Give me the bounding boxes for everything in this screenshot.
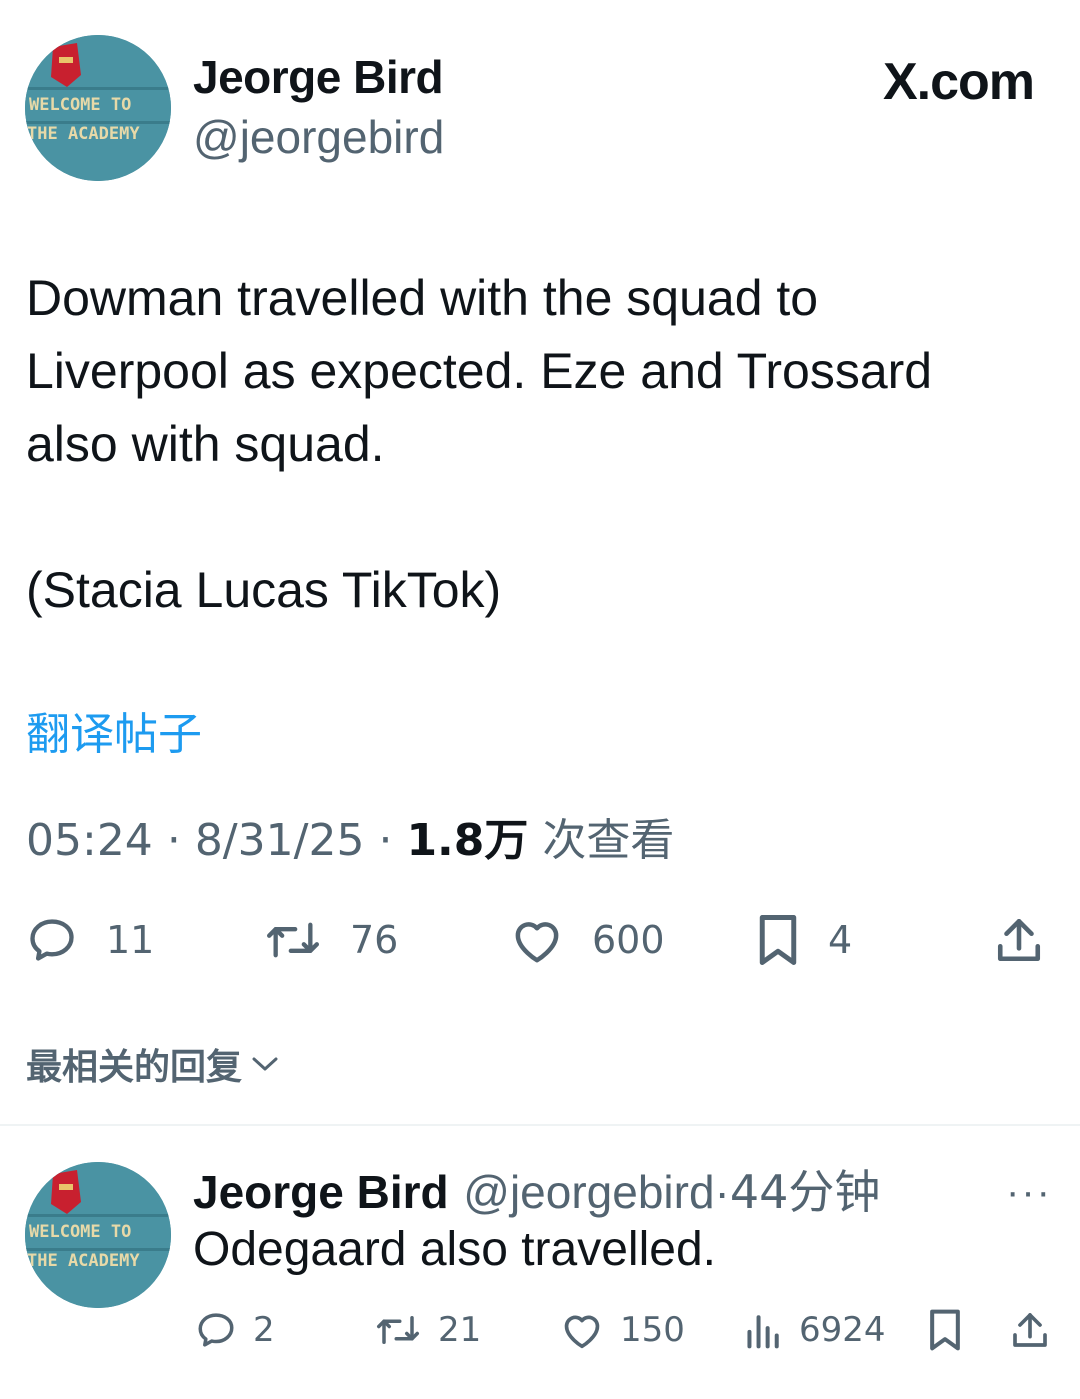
bookmark-icon [759,915,797,965]
tweet-page: WELCOME TO THE ACADEMY Jeorge Bird @jeor… [0,0,1080,1399]
avatar-text-line2: THE ACADEMY [27,124,140,144]
reply-icon [30,919,74,961]
reply-author-name[interactable]: Jeorge Bird [193,1166,449,1218]
bookmark-count: 4 [828,918,853,962]
divider [0,1124,1080,1126]
reply-reply-button[interactable]: 2 [195,1300,275,1360]
reply-author-handle[interactable]: @jeorgebird [463,1166,714,1218]
reply-count: 11 [106,918,155,962]
reply-icon [198,1313,234,1347]
repost-button[interactable]: 76 [264,905,398,975]
repost-icon [377,1316,419,1344]
reply-repost-count: 21 [438,1310,482,1350]
bookmark-button[interactable]: 4 [756,905,852,975]
repost-count: 76 [350,918,399,962]
share-icon [997,918,1041,962]
meta-separator: · [714,1166,730,1218]
reply-like-button[interactable]: 150 [560,1300,685,1360]
reply-time[interactable]: 44分钟 [730,1165,881,1219]
author-handle[interactable]: @jeorgebird [193,110,444,164]
reply-like-count: 150 [620,1310,685,1350]
meta-separator: · [166,815,181,866]
author-name[interactable]: Jeorge Bird [193,50,444,104]
reply-bookmark-button[interactable] [928,1300,962,1360]
reply-view-count: 6924 [799,1310,886,1350]
reply-repost-button[interactable]: 21 [374,1300,481,1360]
tweet-action-bar: 11 76 600 4 [0,905,1080,975]
chevron-down-icon [252,1057,278,1071]
avatar-image: WELCOME TO THE ACADEMY [25,1162,171,1308]
reply-sort-label: 最相关的回复 [26,1047,243,1088]
heart-icon [564,1315,600,1349]
reply-button[interactable]: 11 [26,905,154,975]
reply-text: Odegaard also travelled. [193,1223,716,1276]
share-button[interactable] [994,905,1044,975]
tweet-date[interactable]: 8/31/25 [195,815,365,866]
reply-action-bar: 2 21 150 6924 [0,1300,1080,1360]
heart-icon [515,922,559,963]
like-button[interactable]: 600 [510,905,665,975]
avatar-image: WELCOME TO THE ACADEMY [25,35,171,181]
reply-header: Jeorge Bird @jeorgebird·44分钟 [193,1156,880,1222]
more-options-icon[interactable]: ··· [1006,1170,1052,1215]
view-count: 1.8万 [406,815,529,866]
reply-author-avatar[interactable]: WELCOME TO THE ACADEMY [25,1162,171,1308]
share-icon [1013,1313,1047,1347]
avatar-text-line2: THE ACADEMY [27,1251,140,1271]
author-avatar[interactable]: WELCOME TO THE ACADEMY [25,35,171,181]
reply-share-button[interactable] [1010,1300,1050,1360]
bookmark-icon [930,1309,960,1351]
site-label: X.com [882,53,1035,111]
reply-views-button[interactable]: 6924 [745,1300,886,1360]
reply-sort-dropdown[interactable]: 最相关的回复 [26,1038,280,1090]
like-count: 600 [592,918,665,962]
repost-icon [266,922,319,958]
avatar-text-line1: WELCOME TO [29,95,131,115]
tweet-time[interactable]: 05:24 [26,815,153,866]
view-count-label: 次查看 [542,815,675,866]
reply-reply-count: 2 [253,1310,275,1350]
translate-post-link[interactable]: 翻译帖子 [26,698,202,762]
meta-separator: · [378,815,393,866]
tweet-text: Dowman travelled with the squad to Liver… [26,270,933,618]
avatar-text-line1: WELCOME TO [29,1222,131,1242]
analytics-icon [747,1315,779,1349]
tweet-metadata: 05:24 · 8/31/25 · 1.8万 次查看 [26,804,674,868]
